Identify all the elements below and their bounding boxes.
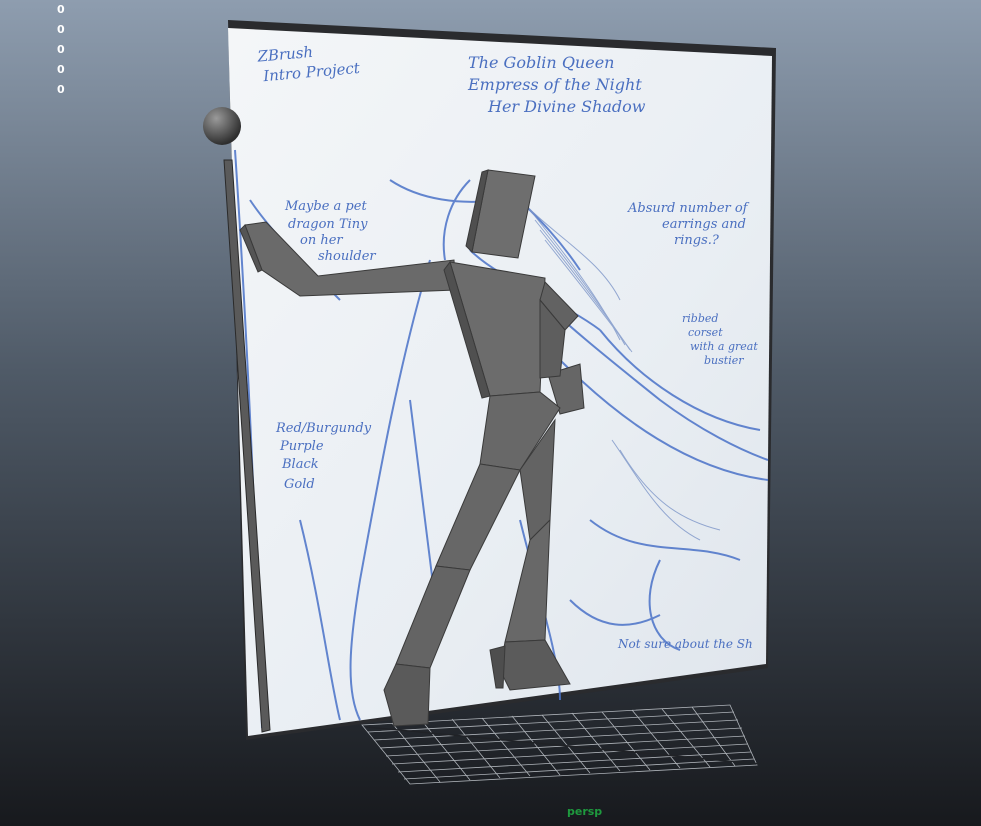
staff-orb (203, 107, 241, 145)
corset-note-line-2: corset (688, 326, 723, 339)
colors-note-line-1: Red/Burgundy (275, 421, 372, 436)
character-title-line-1: The Goblin Queen (468, 53, 614, 72)
corset-note-line-4: bustier (704, 354, 744, 367)
colors-note-line-4: Gold (284, 477, 315, 492)
character-title-line-3: Her Divine Shadow (487, 97, 646, 116)
character-title-line-2: Empress of the Night (467, 75, 642, 94)
scene-canvas[interactable]: ZBrush Intro Project The Goblin Queen Em… (0, 0, 981, 826)
hud-value-2: 0 (57, 23, 65, 36)
pet-note-line-4: shoulder (318, 249, 376, 264)
hud-value-1: 0 (57, 3, 65, 16)
pet-note-line-3: on her (300, 233, 343, 248)
corset-note-line-1: ribbed (682, 312, 718, 325)
hud-value-4: 0 (57, 63, 65, 76)
earrings-note-line-1: Absurd number of (627, 201, 750, 216)
colors-note-line-2: Purple (279, 439, 324, 454)
corset-note-line-3: with a great (690, 340, 758, 353)
pet-note-line-1: Maybe a pet (284, 199, 367, 214)
earrings-note-line-3: rings.? (674, 233, 720, 248)
heads-up-display: 0 0 0 0 0 (57, 0, 65, 100)
camera-name-label: persp (567, 805, 603, 818)
maya-perspective-viewport[interactable]: ZBrush Intro Project The Goblin Queen Em… (0, 0, 981, 826)
unsure-note: Not sure about the Sh (617, 637, 753, 651)
pet-note-line-2: dragon Tiny (288, 217, 368, 232)
earrings-note-line-2: earrings and (662, 217, 746, 232)
hud-value-5: 0 (57, 83, 65, 96)
colors-note-line-3: Black (281, 457, 319, 472)
hud-value-3: 0 (57, 43, 65, 56)
